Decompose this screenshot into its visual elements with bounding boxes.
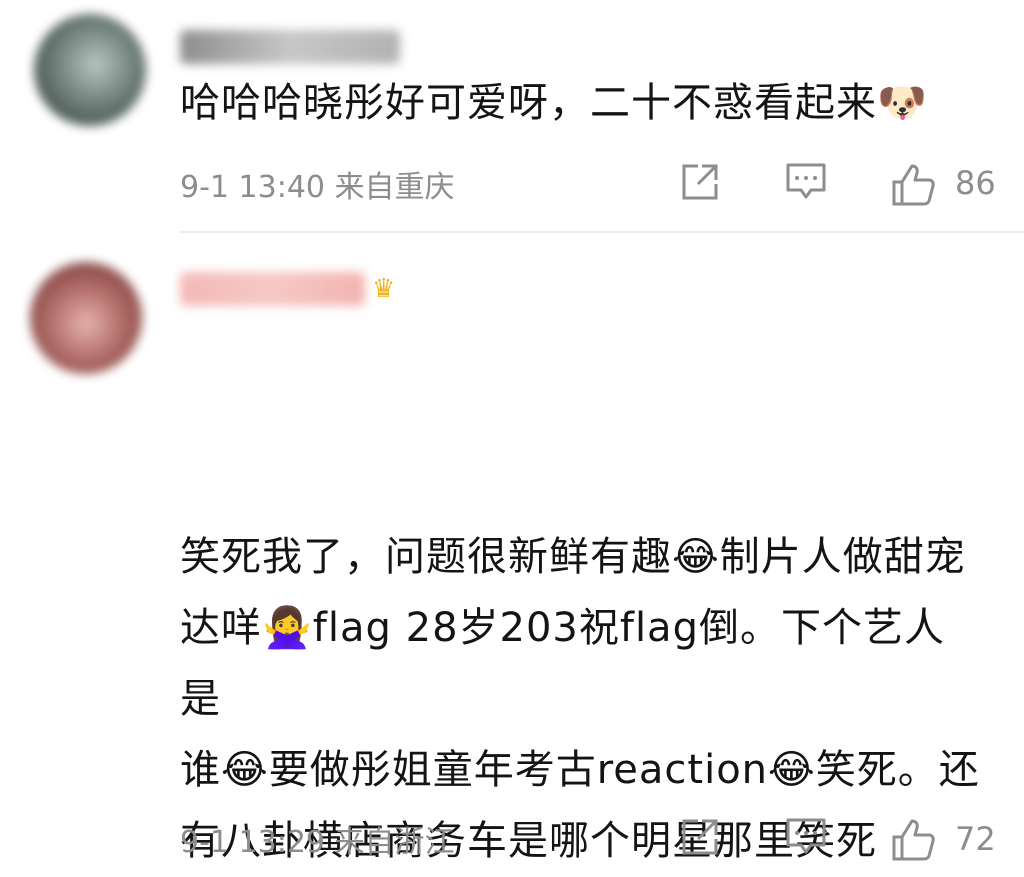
like-icon[interactable] xyxy=(890,162,936,208)
like-count: 72 xyxy=(955,820,996,858)
username-blurred[interactable] xyxy=(180,272,365,306)
comment-meta: 9-1 13:40 来自重庆 xyxy=(180,162,455,206)
comment-item: 哈哈哈晓彤好可爱呀，二十不惑看起来🐶 9-1 13:40 来自重庆 86 xyxy=(0,0,1024,232)
comment-meta: 9-1 13:29 来自浙江 xyxy=(180,817,455,861)
share-icon[interactable] xyxy=(680,162,720,202)
comment-location: 来自浙江 xyxy=(334,825,455,860)
comment-time: 9-1 13:40 xyxy=(180,170,325,205)
avatar[interactable] xyxy=(30,262,142,374)
reply-icon[interactable] xyxy=(785,817,827,857)
username-blurred[interactable] xyxy=(180,30,400,64)
comment-time: 9-1 13:29 xyxy=(180,825,325,860)
crown-icon: ♛ xyxy=(372,274,396,304)
reply-icon[interactable] xyxy=(785,162,827,202)
like-icon[interactable] xyxy=(890,817,936,863)
comment-item: ♛ 笑死我了，问题很新鲜有趣😂制片人做甜宠 达咩🙅‍♀️flag 28岁203祝… xyxy=(0,232,1024,864)
share-icon[interactable] xyxy=(680,817,720,857)
comment-text: 哈哈哈晓彤好可爱呀，二十不惑看起来🐶 xyxy=(180,80,928,126)
comment-location: 来自重庆 xyxy=(334,170,455,205)
like-count: 86 xyxy=(955,164,996,202)
avatar[interactable] xyxy=(34,14,146,126)
